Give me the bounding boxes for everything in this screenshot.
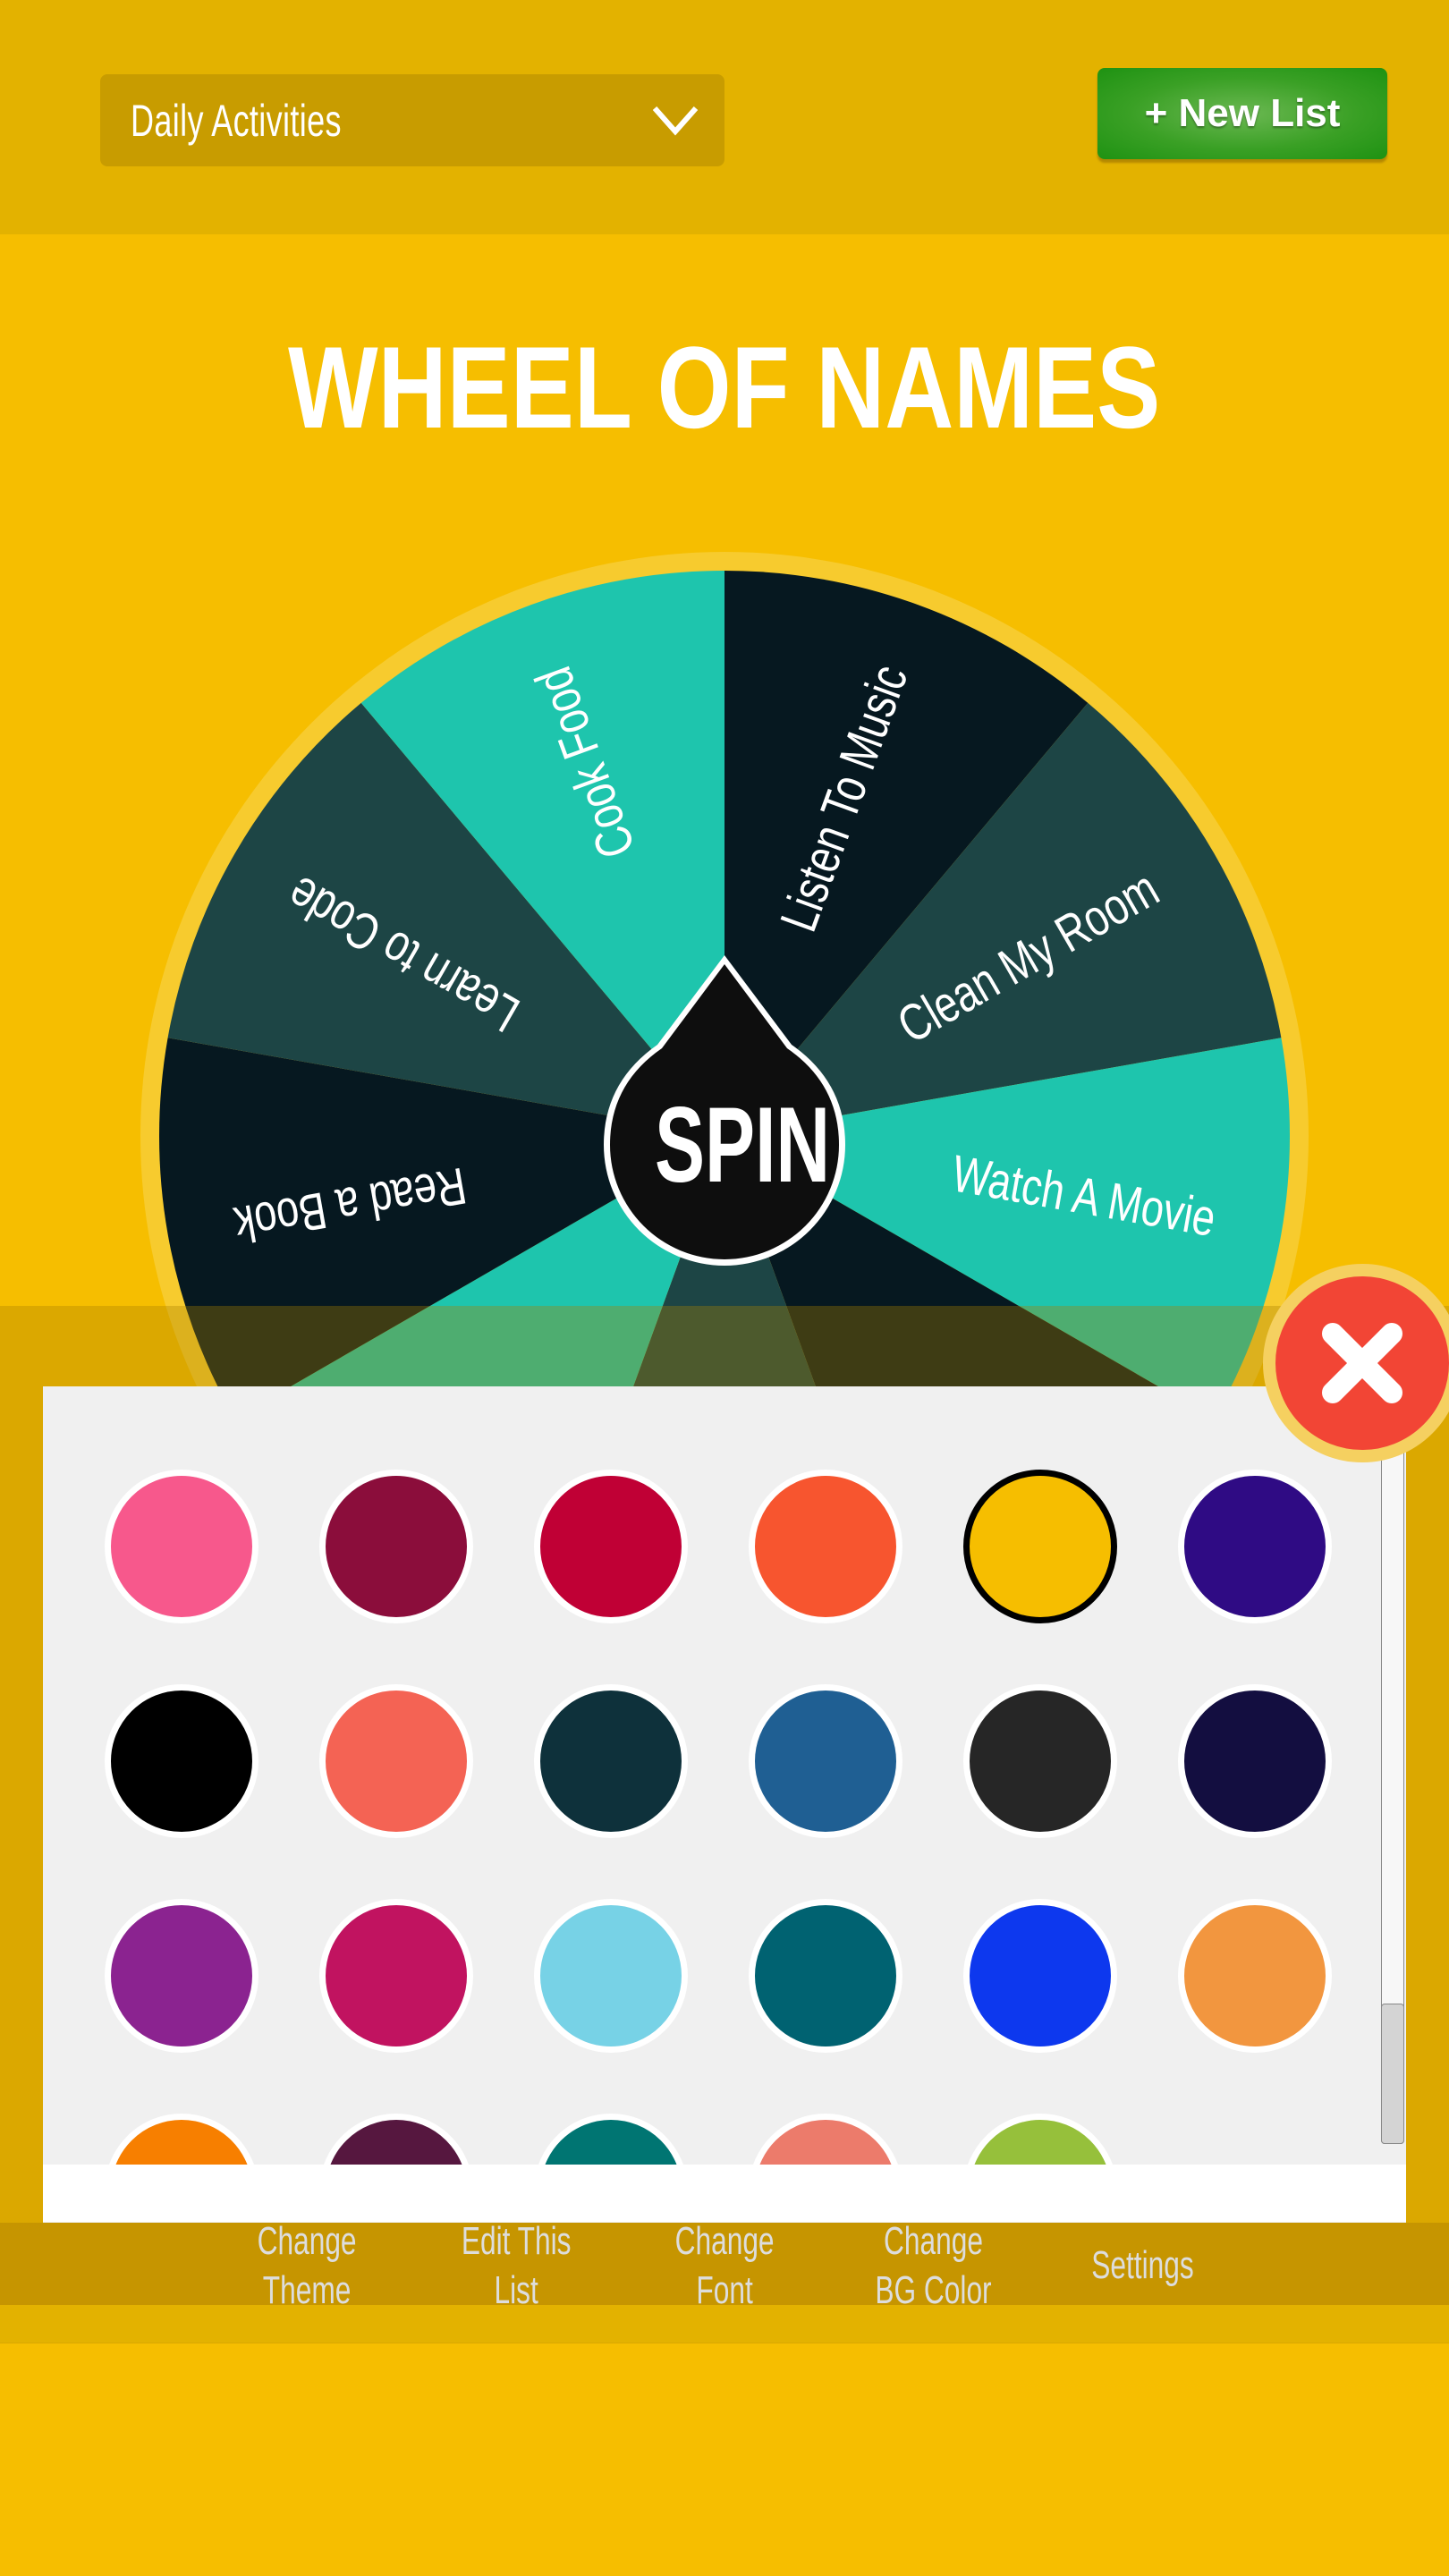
close-button[interactable] <box>1263 1264 1449 1462</box>
tab-change-bg-color[interactable]: Change BG Color <box>843 2216 1022 2315</box>
tab-edit-this-list[interactable]: Edit This List <box>427 2216 606 2315</box>
panel-footer <box>43 2165 1406 2222</box>
spin-button[interactable]: SPIN <box>617 1078 832 1212</box>
color-swatch[interactable] <box>319 1684 473 1838</box>
tab-change-font[interactable]: Change Font <box>635 2216 814 2315</box>
tab-label: Edit This List <box>461 2219 572 2312</box>
tab-settings[interactable]: Settings <box>1053 2241 1232 2290</box>
tab-label: Settings <box>1090 2243 1194 2287</box>
color-swatch[interactable] <box>749 1470 902 1623</box>
color-swatch[interactable] <box>105 1470 258 1623</box>
color-swatch[interactable] <box>1178 1470 1332 1623</box>
color-swatch[interactable] <box>963 1684 1117 1838</box>
tab-label: Change Font <box>674 2219 775 2312</box>
color-swatch[interactable] <box>534 1899 688 2053</box>
color-swatch[interactable] <box>749 1899 902 2053</box>
color-swatch[interactable] <box>534 1470 688 1623</box>
color-swatch[interactable] <box>1178 1684 1332 1838</box>
spin-label: SPIN <box>655 1085 831 1205</box>
color-swatch[interactable] <box>319 1899 473 2053</box>
color-swatch[interactable] <box>534 1684 688 1838</box>
color-swatch[interactable] <box>963 1899 1117 2053</box>
tab-label: Change Theme <box>257 2219 357 2312</box>
close-icon <box>1322 1323 1402 1403</box>
color-swatch[interactable] <box>105 1684 258 1838</box>
tab-label: Change BG Color <box>874 2219 992 2312</box>
color-swatch[interactable] <box>1178 1899 1332 2053</box>
scrollbar-thumb[interactable] <box>1381 2004 1404 2144</box>
color-swatch[interactable] <box>749 1684 902 1838</box>
tab-change-theme[interactable]: Change Theme <box>217 2216 396 2315</box>
color-swatch[interactable] <box>105 1899 258 2053</box>
color-swatch[interactable] <box>963 1470 1117 1623</box>
color-swatch[interactable] <box>319 1470 473 1623</box>
